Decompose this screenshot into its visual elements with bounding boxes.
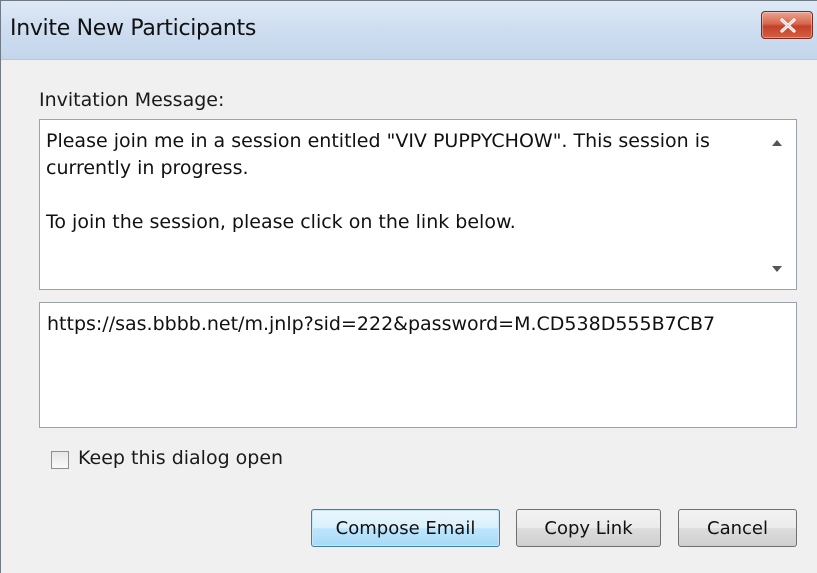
cancel-button[interactable]: Cancel — [678, 509, 797, 547]
invitation-link-field[interactable]: https://sas.bbbb.net/m.jnlp?sid=222&pass… — [39, 302, 797, 428]
keep-dialog-open-checkbox[interactable] — [51, 451, 69, 469]
invite-dialog: Invite New Participants Invitation Messa… — [0, 0, 817, 573]
compose-email-button[interactable]: Compose Email — [311, 509, 500, 547]
close-icon — [780, 18, 796, 33]
invitation-message-label: Invitation Message: — [39, 89, 225, 111]
scroll-down-icon[interactable] — [772, 266, 782, 272]
scroll-up-icon[interactable] — [772, 140, 782, 146]
copy-link-button[interactable]: Copy Link — [516, 509, 661, 547]
message-scrollbar[interactable] — [760, 120, 796, 289]
close-button[interactable] — [761, 11, 813, 39]
invitation-message-textarea[interactable]: Please join me in a session entitled "VI… — [39, 119, 797, 290]
invitation-link-text[interactable]: https://sas.bbbb.net/m.jnlp?sid=222&pass… — [47, 313, 715, 335]
invitation-message-text[interactable]: Please join me in a session entitled "VI… — [46, 128, 761, 236]
title-bar[interactable]: Invite New Participants — [1, 1, 817, 60]
dialog-title: Invite New Participants — [10, 16, 257, 41]
keep-dialog-open-label[interactable]: Keep this dialog open — [78, 447, 283, 469]
